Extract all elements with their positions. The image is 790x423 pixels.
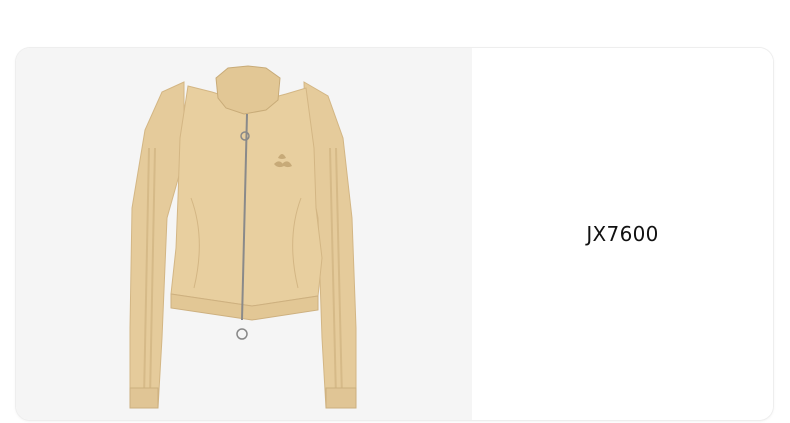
- zipper-bottom-ring: [236, 328, 248, 340]
- left-cuff: [129, 387, 159, 409]
- right-cuff: [325, 387, 357, 409]
- product-card[interactable]: JX7600: [16, 48, 773, 420]
- product-image-pane: [16, 48, 472, 420]
- jacket-image: [129, 65, 357, 409]
- product-code: JX7600: [586, 222, 659, 246]
- jacket-collar: [215, 65, 281, 115]
- product-info-pane: JX7600: [472, 48, 773, 420]
